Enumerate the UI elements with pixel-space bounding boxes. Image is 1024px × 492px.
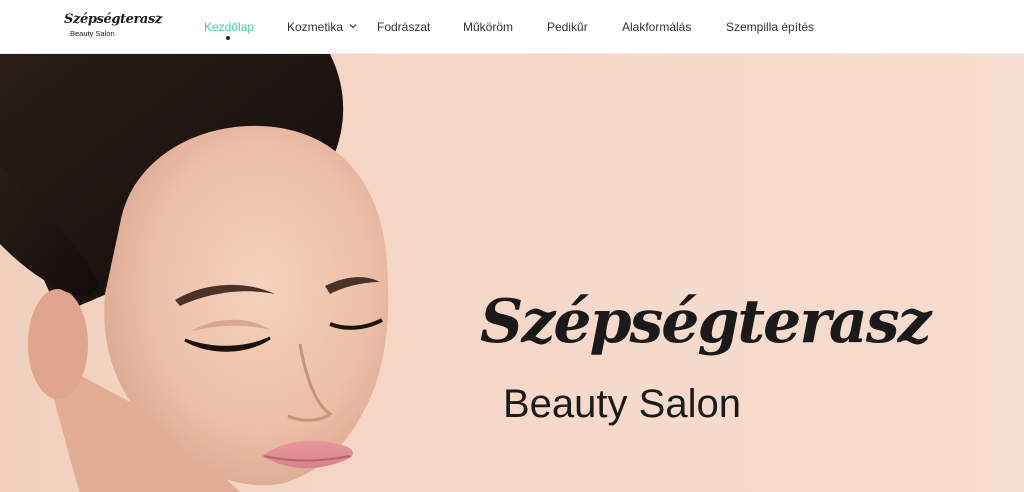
nav-item-alakformalas[interactable]: Alakformálás bbox=[622, 20, 691, 34]
hero-woman-portrait-image bbox=[0, 54, 389, 492]
nav-item-pedikur[interactable]: Pedikűr bbox=[547, 20, 588, 34]
active-indicator-dot bbox=[226, 36, 230, 40]
hero-subtitle: Beauty Salon bbox=[503, 382, 741, 426]
nav-item-kozmetika[interactable]: Kozmetika bbox=[287, 20, 343, 34]
hero-title: Szépségterasz bbox=[480, 287, 932, 357]
chevron-down-icon[interactable] bbox=[348, 21, 358, 31]
site-logo[interactable]: Szépségterasz Beauty Salon bbox=[64, 12, 162, 42]
nav-item-kezdolap[interactable]: Kezdőlap bbox=[204, 20, 254, 34]
logo-script-text: Szépségterasz bbox=[64, 12, 162, 27]
nav-item-mukorom[interactable]: Műköröm bbox=[463, 20, 513, 34]
page: Szépségterasz Beauty Salon Kezdőlap Kozm… bbox=[0, 0, 1024, 492]
logo-sub-text: Beauty Salon bbox=[70, 29, 115, 38]
site-header: Szépségterasz Beauty Salon Kezdőlap Kozm… bbox=[0, 0, 1024, 54]
nav-item-fodraszat[interactable]: Fodrászat bbox=[377, 20, 430, 34]
nav-item-szempilla-epites[interactable]: Szempilla építés bbox=[726, 20, 814, 34]
hero-banner: Szépségterasz Beauty Salon bbox=[0, 54, 1024, 492]
